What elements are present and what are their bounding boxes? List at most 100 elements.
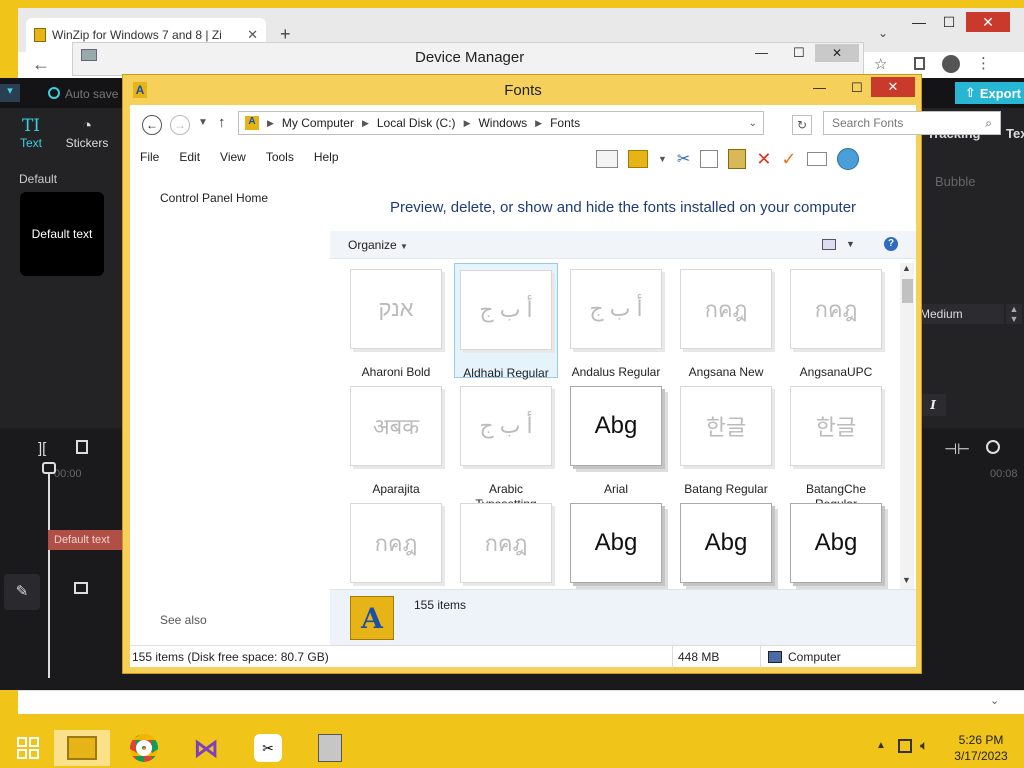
recent-locations-icon[interactable]: ▼ xyxy=(198,117,208,128)
scroll-thumb[interactable] xyxy=(902,279,913,303)
font-tile[interactable]: กคฎ AngsanaUPC xyxy=(784,263,888,379)
delete-icon[interactable]: ✕ xyxy=(756,149,771,170)
volume-icon[interactable]: 🔈︎ xyxy=(920,737,928,754)
search-fonts-input[interactable]: Search Fonts ⌕ xyxy=(823,111,1001,135)
delete-icon[interactable] xyxy=(76,440,88,454)
fonts-minimize-button[interactable]: — xyxy=(813,80,826,95)
font-tile[interactable]: Abg xyxy=(784,497,888,589)
playhead-handle[interactable] xyxy=(42,462,56,474)
capcut-menu-icon[interactable]: ▾ xyxy=(0,84,20,102)
menu-help[interactable]: Help xyxy=(314,150,339,164)
checkmark-icon[interactable]: ✓ xyxy=(781,149,796,170)
font-tile[interactable]: 한글 Batang Regular xyxy=(674,380,778,496)
font-tile[interactable]: Abg xyxy=(674,497,778,589)
align-icon[interactable]: ⊣⊢ xyxy=(944,440,970,458)
devmgr-close-button[interactable]: ✕ xyxy=(815,44,859,62)
back-arrow-icon[interactable]: ← xyxy=(32,54,50,75)
globe-icon[interactable] xyxy=(836,148,859,170)
control-panel-home-link[interactable]: Control Panel Home xyxy=(160,191,268,205)
menu-view[interactable]: View xyxy=(220,150,246,164)
devmgr-minimize-button[interactable]: — xyxy=(755,45,768,60)
help-icon[interactable]: ? xyxy=(884,237,898,251)
scroll-down-icon[interactable]: ▼ xyxy=(902,575,911,585)
breadcrumb-local-disk[interactable]: Local Disk (C:) xyxy=(377,116,456,130)
fonts-close-button[interactable]: ✕ xyxy=(871,77,915,97)
font-tile[interactable]: กคฎ xyxy=(344,497,448,589)
vertical-scrollbar[interactable]: ▲ ▼ xyxy=(900,263,914,589)
chrome-maximize-button[interactable]: ☐ xyxy=(934,12,964,32)
taskbar-visual-studio[interactable]: ⋈ xyxy=(178,730,234,766)
menu-file[interactable]: File xyxy=(140,150,159,164)
start-button[interactable] xyxy=(0,730,56,766)
breadcrumb-fonts[interactable]: Fonts xyxy=(550,116,580,130)
chrome-close-button[interactable]: ✕ xyxy=(966,12,1010,32)
bottom-chevron-icon[interactable]: ⌄ xyxy=(990,694,999,707)
address-bar[interactable]: A ▶ My Computer ▶ Local Disk (C:) ▶ Wind… xyxy=(238,111,764,135)
font-tile[interactable]: Abg xyxy=(564,497,668,589)
tab-close-icon[interactable]: ✕ xyxy=(247,27,258,43)
cut-icon[interactable]: ✂ xyxy=(677,149,690,169)
weight-select[interactable]: Medium xyxy=(920,304,1004,324)
back-button[interactable]: ← xyxy=(142,115,162,135)
chrome-minimize-button[interactable]: — xyxy=(904,12,934,32)
device-manager-window: Device Manager — ☐ ✕ xyxy=(72,42,864,76)
fonts-maximize-button[interactable]: ☐ xyxy=(851,80,863,96)
font-tile[interactable]: أ ب ج Aldhabi Regular xyxy=(454,263,558,380)
taskbar-chrome[interactable] xyxy=(116,730,172,766)
stickers-tab[interactable]: ◔ Stickers xyxy=(62,116,112,150)
breadcrumb-windows[interactable]: Windows xyxy=(478,116,527,130)
breadcrumb-my-computer[interactable]: My Computer xyxy=(282,116,354,130)
zoom-out-icon[interactable] xyxy=(986,440,1000,454)
organize-button[interactable]: Organize ▼ xyxy=(348,238,408,252)
font-tile[interactable]: أ ب جArabic Typesetting Regular xyxy=(454,380,558,526)
font-tile[interactable]: กคฎ xyxy=(454,497,558,589)
autosave-check-icon xyxy=(48,87,60,99)
edit-pencil-icon[interactable]: ✎ xyxy=(4,574,40,610)
weight-stepper[interactable]: ▲ ▼ xyxy=(1006,304,1022,324)
forward-button[interactable]: → xyxy=(170,115,190,135)
copy-icon[interactable] xyxy=(700,150,719,168)
split-icon[interactable]: ][ xyxy=(38,440,46,457)
text-tab-right[interactable]: Tex xyxy=(1006,126,1024,141)
font-preview-icon: กคฎ xyxy=(460,503,552,583)
preview-pane-icon[interactable] xyxy=(596,150,618,168)
scroll-up-icon[interactable]: ▲ xyxy=(902,263,911,273)
font-tile[interactable]: Abg Arial xyxy=(564,380,668,496)
text-tab[interactable]: TI Text xyxy=(16,116,46,150)
text-clip[interactable]: Default text xyxy=(48,530,124,550)
font-tile[interactable]: अबक Aparajita xyxy=(344,380,448,496)
taskbar-device-manager[interactable] xyxy=(302,730,358,766)
profile-avatar-icon[interactable] xyxy=(942,55,960,73)
address-dropdown-icon[interactable]: ⌄ xyxy=(749,118,757,129)
folder-dropdown-icon[interactable]: ▼ xyxy=(658,154,667,164)
bubble-tab[interactable]: Bubble xyxy=(935,174,975,189)
font-preview-icon: Abg xyxy=(570,386,662,466)
font-tile[interactable]: 한글BatangChe Regular xyxy=(784,380,888,511)
up-button[interactable]: ↑ xyxy=(218,114,226,131)
default-text-preset[interactable]: Default text xyxy=(20,192,104,276)
folder-check-icon[interactable] xyxy=(628,150,648,168)
network-icon[interactable] xyxy=(898,739,912,753)
sidepanel-icon[interactable] xyxy=(914,57,925,70)
font-tile[interactable]: أ ب ج Andalus Regular xyxy=(564,263,668,379)
italic-button[interactable]: I xyxy=(920,394,946,416)
font-tile[interactable]: אנק Aharoni Bold xyxy=(344,263,448,379)
chrome-menu-icon[interactable]: ⋮ xyxy=(976,54,991,72)
menu-edit[interactable]: Edit xyxy=(179,150,200,164)
tray-overflow-icon[interactable]: ▲ xyxy=(876,740,886,751)
view-options-icon[interactable] xyxy=(822,239,836,250)
paste-icon[interactable] xyxy=(728,149,747,169)
devmgr-maximize-button[interactable]: ☐ xyxy=(793,45,805,61)
tab-search-icon[interactable]: ⌄ xyxy=(878,26,888,40)
bookmark-star-icon[interactable]: ☆ xyxy=(874,55,887,73)
clock[interactable]: 5:26 PM 3/17/2023 xyxy=(946,732,1016,764)
font-tile[interactable]: กคฎ Angsana New xyxy=(674,263,778,379)
view-dropdown-icon[interactable]: ▼ xyxy=(846,239,855,249)
playhead[interactable] xyxy=(48,468,50,678)
refresh-icon[interactable]: ↻ xyxy=(792,115,812,135)
properties-icon[interactable] xyxy=(806,152,827,166)
taskbar-file-explorer[interactable] xyxy=(54,730,110,766)
taskbar-capcut[interactable]: ✂ xyxy=(240,730,296,766)
export-button[interactable]: ⇧ Export xyxy=(955,82,1024,104)
menu-tools[interactable]: Tools xyxy=(266,150,294,164)
